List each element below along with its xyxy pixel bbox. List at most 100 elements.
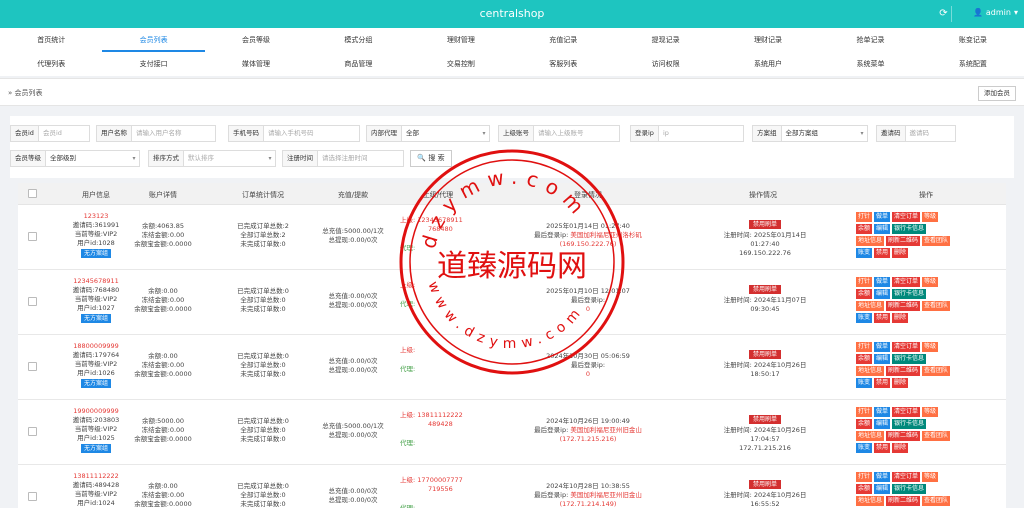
action-button[interactable]: 清空订单 <box>892 212 921 222</box>
level-select[interactable]: 全部级别 <box>46 151 129 166</box>
action-button[interactable]: 编辑 <box>874 484 891 494</box>
nav-item[interactable]: 提现记录 <box>614 28 716 52</box>
action-button[interactable]: 禁用 <box>874 378 891 388</box>
user-name[interactable]: 13811112222 <box>46 472 146 481</box>
action-button[interactable]: 查看团队 <box>922 236 951 246</box>
nav-item[interactable]: 系统配置 <box>922 52 1024 76</box>
nav-item[interactable]: 账变记录 <box>922 28 1024 52</box>
nav-item[interactable]: 理财管理 <box>410 28 512 52</box>
action-button[interactable]: 编辑 <box>874 419 891 429</box>
nav-item[interactable]: 抢单记录 <box>819 28 921 52</box>
scheme-badge[interactable]: 无方案组 <box>80 314 111 323</box>
action-button[interactable]: 打针 <box>856 212 873 222</box>
action-button[interactable]: 删除 <box>892 248 909 258</box>
nav-item[interactable]: 系统菜单 <box>819 52 921 76</box>
superior-account[interactable]: 13811112222 <box>417 411 463 419</box>
nav-item[interactable]: 会员列表 <box>102 28 205 52</box>
sort-select[interactable]: 默认排序 <box>184 151 265 166</box>
action-button[interactable]: 账变 <box>856 378 873 388</box>
nav-item[interactable]: 代理列表 <box>0 52 102 76</box>
member-id-input[interactable]: 会员id <box>39 126 89 141</box>
action-button[interactable]: 银行卡信息 <box>892 419 927 429</box>
action-button[interactable]: 做单 <box>874 212 891 222</box>
user-menu[interactable]: 👤 admin ▾ <box>970 8 1018 17</box>
action-button[interactable]: 银行卡信息 <box>892 224 927 234</box>
user-name[interactable]: 19900009999 <box>46 407 146 416</box>
phone-input[interactable]: 请输入手机号码 <box>264 126 359 141</box>
action-button[interactable]: 刷新二维码 <box>886 301 921 311</box>
action-button[interactable]: 刷新二维码 <box>886 431 921 441</box>
disable-order-badge[interactable]: 禁用刷单 <box>748 480 781 489</box>
action-button[interactable]: 查看团队 <box>922 496 951 506</box>
action-button[interactable]: 地址信息 <box>856 496 885 506</box>
nav-item[interactable]: 交易控制 <box>410 52 512 76</box>
action-button[interactable]: 余额 <box>856 224 873 234</box>
action-button[interactable]: 编辑 <box>874 224 891 234</box>
user-name[interactable]: 123123 <box>46 212 146 221</box>
row-checkbox[interactable] <box>28 362 37 371</box>
action-button[interactable]: 余额 <box>856 419 873 429</box>
action-button[interactable]: 做单 <box>874 342 891 352</box>
action-button[interactable]: 编辑 <box>874 354 891 364</box>
nav-item[interactable]: 商品管理 <box>307 52 409 76</box>
action-button[interactable]: 编辑 <box>874 289 891 299</box>
action-button[interactable]: 等级 <box>922 407 939 417</box>
nav-item[interactable]: 访问权限 <box>614 52 716 76</box>
action-button[interactable]: 等级 <box>922 472 939 482</box>
action-button[interactable]: 禁用 <box>874 313 891 323</box>
action-button[interactable]: 等级 <box>922 212 939 222</box>
nav-item[interactable]: 理财记录 <box>717 28 819 52</box>
action-button[interactable]: 余额 <box>856 354 873 364</box>
nav-item[interactable]: 会员等级 <box>205 28 307 52</box>
row-checkbox[interactable] <box>28 232 37 241</box>
username-input[interactable]: 请输入用户名称 <box>132 126 215 141</box>
nav-item[interactable]: 客服列表 <box>512 52 614 76</box>
action-button[interactable]: 余额 <box>856 484 873 494</box>
action-button[interactable]: 禁用 <box>874 443 891 453</box>
disable-order-badge[interactable]: 禁用刷单 <box>748 415 781 424</box>
action-button[interactable]: 地址信息 <box>856 431 885 441</box>
action-button[interactable]: 做单 <box>874 277 891 287</box>
action-button[interactable]: 清空订单 <box>892 277 921 287</box>
action-button[interactable]: 做单 <box>874 407 891 417</box>
action-button[interactable]: 账变 <box>856 443 873 453</box>
nav-item[interactable]: 支付接口 <box>102 52 204 76</box>
action-button[interactable]: 删除 <box>892 443 909 453</box>
action-button[interactable]: 余额 <box>856 289 873 299</box>
action-button[interactable]: 等级 <box>922 277 939 287</box>
superior-account[interactable]: 17700007777 <box>417 476 463 484</box>
scheme-badge[interactable]: 无方案组 <box>80 249 111 258</box>
nav-item[interactable]: 首页统计 <box>0 28 102 52</box>
action-button[interactable]: 打针 <box>856 407 873 417</box>
row-checkbox[interactable] <box>28 492 37 501</box>
row-checkbox[interactable] <box>28 427 37 436</box>
superior-input[interactable]: 请输入上级账号 <box>534 126 619 141</box>
action-button[interactable]: 打针 <box>856 472 873 482</box>
disable-order-badge[interactable]: 禁用刷单 <box>748 350 781 359</box>
login-ip-input[interactable]: ip <box>659 126 743 141</box>
superior-account[interactable]: 12345678911 <box>417 216 463 224</box>
action-button[interactable]: 银行卡信息 <box>892 289 927 299</box>
action-button[interactable]: 禁用 <box>874 248 891 258</box>
action-button[interactable]: 查看团队 <box>922 431 951 441</box>
scheme-select[interactable]: 全部方案组 <box>782 126 858 141</box>
action-button[interactable]: 清空订单 <box>892 342 921 352</box>
action-button[interactable]: 做单 <box>874 472 891 482</box>
action-button[interactable]: 刷新二维码 <box>886 496 921 506</box>
action-button[interactable]: 刷新二维码 <box>886 366 921 376</box>
user-name[interactable]: 18800009999 <box>46 342 146 351</box>
scheme-badge[interactable]: 无方案组 <box>80 379 111 388</box>
disable-order-badge[interactable]: 禁用刷单 <box>748 285 781 294</box>
action-button[interactable]: 银行卡信息 <box>892 354 927 364</box>
reg-time-input[interactable]: 请选择注册时间 <box>318 151 403 166</box>
action-button[interactable]: 查看团队 <box>922 301 951 311</box>
action-button[interactable]: 删除 <box>892 378 909 388</box>
action-button[interactable]: 银行卡信息 <box>892 484 927 494</box>
action-button[interactable]: 地址信息 <box>856 366 885 376</box>
action-button[interactable]: 清空订单 <box>892 472 921 482</box>
action-button[interactable]: 打针 <box>856 342 873 352</box>
action-button[interactable]: 删除 <box>892 313 909 323</box>
invite-input[interactable]: 邀请码 <box>906 126 956 141</box>
action-button[interactable]: 清空订单 <box>892 407 921 417</box>
add-member-button[interactable]: 添加会员 <box>978 86 1016 101</box>
